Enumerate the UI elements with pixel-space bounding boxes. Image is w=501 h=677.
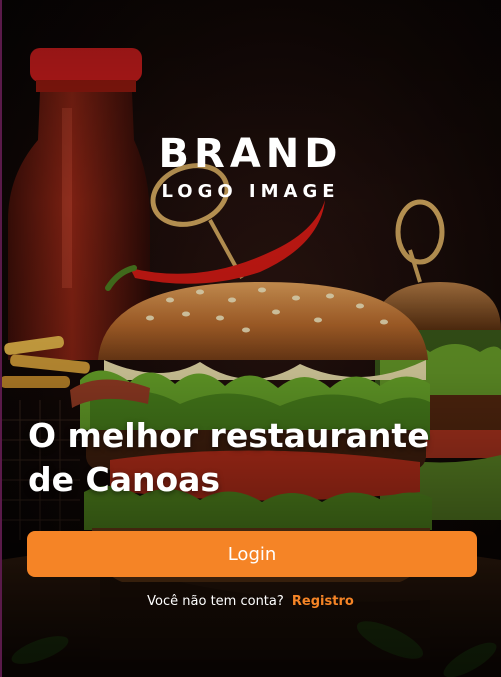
brand-subtitle: LOGO IMAGE [161,181,340,202]
brand-title: BRAND [158,131,343,177]
headline-line-2: de Canoas [28,460,221,499]
left-edge-accent [0,0,2,677]
brand-logo: BRAND LOGO IMAGE [0,130,501,204]
signup-prompt: Você não tem conta? Registro [0,594,501,609]
login-button[interactable]: Login [27,531,477,577]
headline: O melhor restaurante de Canoas [28,414,478,502]
register-link[interactable]: Registro [292,594,354,609]
headline-line-1: O melhor restaurante [28,416,430,455]
signup-text: Você não tem conta? [147,594,284,609]
login-screen: BRAND LOGO IMAGE O melhor restaurante de… [0,0,501,677]
